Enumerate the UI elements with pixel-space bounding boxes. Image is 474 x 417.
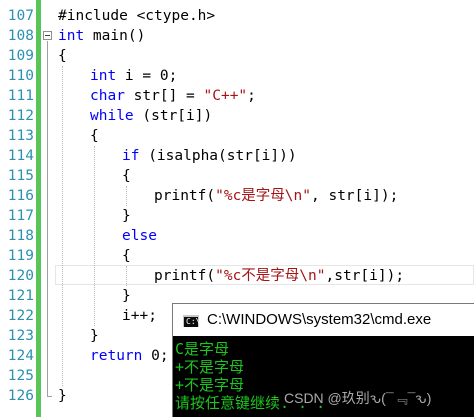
code-line-115: { [122,168,131,184]
change-marker-bar [36,0,41,417]
fold-outline [47,41,48,396]
code-line-107: #include <ctype.h> [58,8,216,24]
fold-end-marker [47,396,52,397]
keyword: return [90,348,143,364]
code-line-118: else [122,226,157,246]
console-title: C:\WINDOWS\system32\cmd.exe [207,311,432,328]
string-literal: "%c是字母\n" [215,188,311,204]
keyword: else [122,228,157,244]
line-number-gutter: 107 108 109 110 111 112 113 114 115 116 … [0,0,36,417]
code-line-121: } [122,288,131,304]
line-number: 123 [7,328,34,344]
cmd-icon: C:\ [183,315,200,327]
code-line-122: i++; [122,308,157,324]
line-number: 114 [7,148,34,164]
line-number: 113 [7,128,34,144]
code-line-124: return 0; [90,348,169,364]
keyword: int [90,68,117,84]
code-line-113: { [90,128,99,144]
line-number: 107 [7,8,34,24]
line-number: 115 [7,168,34,184]
watermark: CSDN @玖别ԅ(¯﹃¯ԅ) [284,390,432,406]
keyword: while [90,108,134,124]
console-output-line: +不是字母 [175,358,245,376]
code-line-114: if (isalpha(str[i])) [122,148,297,164]
line-number: 116 [7,188,34,204]
code-line-111: char str[] = "C++"; [90,88,256,104]
keyword: char [90,88,125,104]
keyword: int [58,28,85,44]
code-line-109: { [58,48,67,64]
code-line-110: int i = 0; [90,68,178,84]
line-number: 112 [7,108,34,124]
code-line-112: while (str[i]) [90,108,213,124]
line-number: 118 [7,228,34,244]
line-number: 125 [7,368,34,384]
line-number: 119 [7,248,34,264]
line-number: 108 [7,28,34,44]
string-literal: "%c不是字母\n" [215,268,326,284]
string-literal: "C++" [203,88,248,104]
console-output-line: +不是字母 [175,376,245,394]
line-number: 109 [7,48,34,64]
line-number: 124 [7,348,34,364]
line-number: 120 [7,268,34,284]
code-line-108: int main() [58,28,146,44]
line-number: 111 [7,88,34,104]
console-output-line: C是字母 [175,340,230,358]
line-number: 110 [7,68,34,84]
code-line-126: } [58,388,67,404]
code-line-117: } [122,208,131,224]
console-titlebar[interactable]: C:\ C:\WINDOWS\system32\cmd.exe [173,304,474,336]
code-line-123: } [90,328,99,344]
line-number: 117 [7,208,34,224]
line-number: 126 [7,388,34,404]
line-number: 122 [7,308,34,324]
line-number: 121 [7,288,34,304]
collapse-toggle-icon[interactable] [43,31,52,40]
code-line-119: { [122,248,131,264]
code-line-116: printf("%c是字母\n", str[i]); [154,188,399,204]
keyword: if [122,148,140,164]
code-line-120: printf("%c不是字母\n",str[i]); [154,268,405,284]
screenshot-root: 107 108 109 110 111 112 113 114 115 116 … [0,0,474,417]
